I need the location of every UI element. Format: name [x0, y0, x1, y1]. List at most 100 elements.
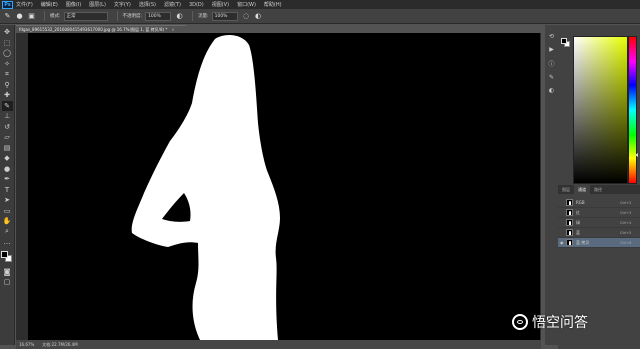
- brush-preset-icon[interactable]: ●: [15, 12, 24, 21]
- close-icon[interactable]: ×: [171, 27, 174, 32]
- eraser-tool-icon[interactable]: ▱: [2, 132, 13, 142]
- history-brush-tool-icon[interactable]: ↺: [2, 122, 13, 132]
- flow-label: 流量:: [198, 14, 209, 19]
- photoshop-logo: Ps: [2, 0, 13, 9]
- clone-stamp-tool-icon[interactable]: ⊥: [2, 111, 13, 121]
- opacity-input[interactable]: 100%: [145, 11, 172, 21]
- brush-tool-icon[interactable]: ✎: [3, 12, 12, 21]
- menu-filter[interactable]: 滤镜(T): [164, 1, 181, 8]
- menu-edit[interactable]: 编辑(E): [41, 1, 58, 8]
- tools-panel: ✥ ⬚ ◯ ✧ ⌗ ⚲ ✚ ✎ ⊥ ↺ ▱ ▤ ◆ ● ✒ T ➤ ▭ ✋ ⌕ …: [0, 25, 15, 345]
- tab-channels[interactable]: 通道: [574, 185, 590, 194]
- tab-paths[interactable]: 路径: [590, 185, 606, 194]
- flow-input[interactable]: 100%: [211, 11, 238, 21]
- channel-row-blue[interactable]: 蓝 Ctrl+5: [558, 228, 640, 238]
- airbrush-icon[interactable]: ◌: [242, 12, 251, 21]
- menu-window[interactable]: 窗口(W): [237, 1, 256, 8]
- menu-file[interactable]: 文件(F): [16, 1, 33, 8]
- menu-view[interactable]: 视图(V): [212, 1, 229, 8]
- gradient-tool-icon[interactable]: ▤: [2, 143, 13, 153]
- adjustments-icon[interactable]: ◐: [549, 87, 554, 94]
- history-icon[interactable]: ⟲: [549, 33, 554, 40]
- channel-name: 红: [576, 209, 580, 215]
- pen-tool-icon[interactable]: ✒: [2, 174, 13, 184]
- dodge-tool-icon[interactable]: ●: [2, 164, 13, 174]
- menu-layer[interactable]: 图层(L): [89, 1, 106, 8]
- mode-label: 模式:: [50, 14, 61, 19]
- color-panel: [558, 25, 640, 185]
- image-canvas[interactable]: [28, 33, 540, 340]
- panel-tabs: 图层 通道 路径: [558, 185, 640, 194]
- quick-select-tool-icon[interactable]: ✧: [2, 59, 13, 69]
- hue-slider-handle[interactable]: [635, 153, 638, 157]
- document-size: 文档:22.7M/26.4M: [42, 341, 78, 347]
- tab-layers[interactable]: 图层: [558, 185, 574, 194]
- channel-name: 蓝: [576, 229, 580, 235]
- quick-mask-icon[interactable]: ◙: [2, 267, 13, 277]
- lasso-tool-icon[interactable]: ◯: [2, 48, 13, 58]
- pressure-size-icon[interactable]: ◐: [254, 12, 263, 21]
- menu-3d[interactable]: 3D(D): [189, 2, 204, 8]
- right-panels: 图层 通道 路径 RGB Ctrl+2 红 Ctrl+3 绿 Ctrl+4 蓝: [558, 25, 640, 349]
- zoom-tool-icon[interactable]: ⌕: [2, 227, 13, 237]
- shape-tool-icon[interactable]: ▭: [2, 206, 13, 216]
- wukong-logo-icon: [512, 314, 528, 330]
- woman-silhouette-mask: [131, 35, 280, 340]
- crop-tool-icon[interactable]: ⌗: [2, 69, 13, 79]
- healing-brush-tool-icon[interactable]: ✚: [2, 90, 13, 100]
- opacity-label: 不透明度:: [122, 14, 143, 19]
- channel-thumbnail: [566, 229, 573, 236]
- color-panel-swatches[interactable]: [561, 38, 571, 48]
- canvas-area: [16, 33, 541, 340]
- blur-tool-icon[interactable]: ◆: [2, 153, 13, 163]
- channel-row-green[interactable]: 绿 Ctrl+4: [558, 218, 640, 228]
- screen-mode-icon[interactable]: ▢: [2, 277, 13, 287]
- menu-select[interactable]: 选择(S): [139, 1, 156, 8]
- mode-select[interactable]: 正常: [63, 11, 108, 21]
- channel-name: 绿: [576, 219, 580, 225]
- channel-row-red[interactable]: 红 Ctrl+3: [558, 208, 640, 218]
- marquee-tool-icon[interactable]: ⬚: [2, 38, 13, 48]
- more-tools-icon[interactable]: …: [2, 237, 13, 247]
- hand-tool-icon[interactable]: ✋: [2, 216, 13, 226]
- hue-slider[interactable]: [628, 36, 637, 184]
- menu-type[interactable]: 文字(Y): [114, 1, 131, 8]
- path-select-tool-icon[interactable]: ➤: [2, 195, 13, 205]
- channel-name: RGB: [576, 200, 585, 205]
- channel-shortcut: Ctrl+6: [620, 240, 632, 245]
- menu-help[interactable]: 帮助(H): [264, 1, 282, 8]
- options-bar: ✎ ● ▣ 模式: 正常 不透明度: 100% ◐ 流量: 100% ◌ ◐: [0, 9, 640, 24]
- watermark: 悟空问答: [512, 312, 588, 332]
- watermark-text: 悟空问答: [532, 315, 588, 331]
- info-icon[interactable]: ⓘ: [548, 59, 554, 68]
- brush-tool-icon[interactable]: ✎: [1, 100, 13, 111]
- channel-name: 蓝 拷贝: [576, 239, 590, 245]
- channel-thumbnail: [566, 199, 573, 206]
- foreground-color-swatch[interactable]: [1, 250, 8, 258]
- channel-thumbnail: [566, 219, 573, 226]
- color-panel-foreground[interactable]: [561, 38, 567, 44]
- document-tab[interactable]: fdgas_89615532_2016080415493617000.jpg @…: [16, 25, 186, 33]
- menu-image[interactable]: 图像(I): [66, 1, 81, 8]
- channel-row-rgb[interactable]: RGB Ctrl+2: [558, 198, 640, 208]
- pressure-opacity-icon[interactable]: ◐: [175, 12, 184, 21]
- separator: [44, 11, 45, 21]
- color-field[interactable]: [573, 36, 628, 184]
- document-title: fdgas_89615532_2016080415493617000.jpg @…: [19, 26, 168, 32]
- menu-bar: Ps 文件(F) 编辑(E) 图像(I) 图层(L) 文字(Y) 选择(S) 滤…: [0, 0, 640, 9]
- move-tool-icon[interactable]: ✥: [2, 27, 13, 37]
- brush-panel-icon[interactable]: ✎: [549, 74, 554, 81]
- separator: [192, 11, 194, 21]
- color-swatches[interactable]: [1, 250, 13, 263]
- channel-shortcut: Ctrl+3: [620, 210, 632, 215]
- channel-shortcut: Ctrl+5: [620, 230, 632, 235]
- status-bar: 16.67% 文档:22.7M/26.4M: [16, 340, 541, 349]
- play-actions-icon[interactable]: ▶: [549, 46, 554, 53]
- zoom-level[interactable]: 16.67%: [19, 342, 34, 347]
- brush-panel-icon[interactable]: ▣: [27, 12, 36, 21]
- eyedropper-tool-icon[interactable]: ⚲: [2, 80, 13, 90]
- channel-thumbnail: [566, 209, 573, 216]
- collapsed-panel-strip: ⟲ ▶ ⓘ ✎ ◐: [545, 25, 558, 345]
- channel-row-blue-copy[interactable]: ◉ 蓝 拷贝 Ctrl+6: [558, 238, 640, 248]
- type-tool-icon[interactable]: T: [2, 185, 13, 195]
